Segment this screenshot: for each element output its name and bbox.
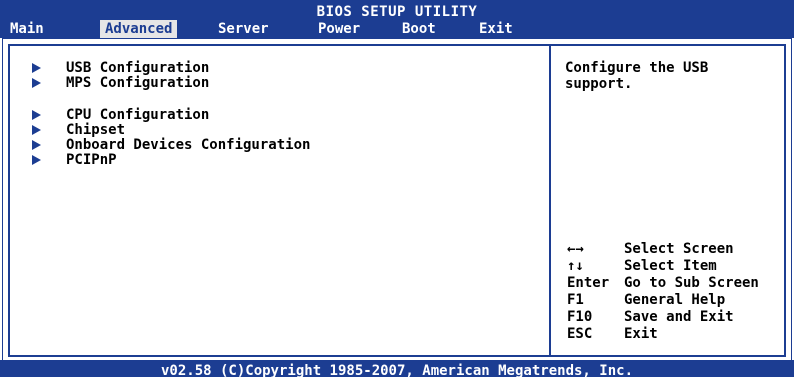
panel-divider: [549, 46, 551, 355]
list-item-label: Chipset: [66, 122, 126, 138]
key-description: General Help: [624, 292, 726, 308]
list-item-label: MPS Configuration: [66, 75, 210, 91]
triangle-right-icon: [32, 110, 41, 120]
key-label: ESC: [567, 326, 593, 342]
list-item-usb-configuration[interactable]: USB Configuration: [10, 60, 310, 76]
menu-tab-exit[interactable]: Exit: [479, 20, 513, 38]
list-item-label: Onboard Devices Configuration: [66, 137, 311, 153]
list-item-pcipnp[interactable]: PCIPnP: [10, 152, 310, 168]
list-item-onboard-devices-configuration[interactable]: Onboard Devices Configuration: [10, 137, 370, 153]
menu-tab-power[interactable]: Power: [318, 20, 360, 38]
key-description: Exit: [624, 326, 658, 342]
left-right-arrows-icon: ←→: [567, 241, 584, 257]
help-text: Configure the USB support.: [565, 60, 709, 92]
key-label: F1: [567, 292, 584, 308]
key-label: Enter: [567, 275, 610, 291]
triangle-right-icon: [32, 63, 41, 73]
menu-tab-main[interactable]: Main: [10, 20, 44, 38]
bios-title: BIOS SETUP UTILITY: [316, 4, 478, 20]
key-description: Select Item: [624, 258, 717, 274]
list-item-label: USB Configuration: [66, 60, 210, 76]
list-item-cpu-configuration[interactable]: CPU Configuration: [10, 107, 310, 123]
key-description: Go to Sub Screen: [624, 275, 759, 291]
list-item-label: CPU Configuration: [66, 107, 210, 123]
content-panel: USB Configuration MPS Configuration CPU …: [8, 44, 786, 357]
title-bar: BIOS SETUP UTILITY Main Advanced Server …: [0, 0, 794, 38]
triangle-right-icon: [32, 125, 41, 135]
key-description: Select Screen: [624, 241, 734, 257]
triangle-right-icon: [32, 140, 41, 150]
up-down-arrows-icon: ↑↓: [567, 258, 584, 274]
main-frame: USB Configuration MPS Configuration CPU …: [2, 38, 792, 363]
triangle-right-icon: [32, 78, 41, 88]
list-item-label: PCIPnP: [66, 152, 117, 168]
copyright-footer: v02.58 (C)Copyright 1985-2007, American …: [0, 360, 794, 377]
menu-tab-server[interactable]: Server: [218, 20, 269, 38]
list-item-chipset[interactable]: Chipset: [10, 122, 310, 138]
key-label: F10: [567, 309, 593, 325]
menu-tab-advanced[interactable]: Advanced: [100, 20, 178, 38]
key-description: Save and Exit: [624, 309, 734, 325]
menu-tab-boot[interactable]: Boot: [402, 20, 436, 38]
triangle-right-icon: [32, 155, 41, 165]
list-item-mps-configuration[interactable]: MPS Configuration: [10, 75, 310, 91]
